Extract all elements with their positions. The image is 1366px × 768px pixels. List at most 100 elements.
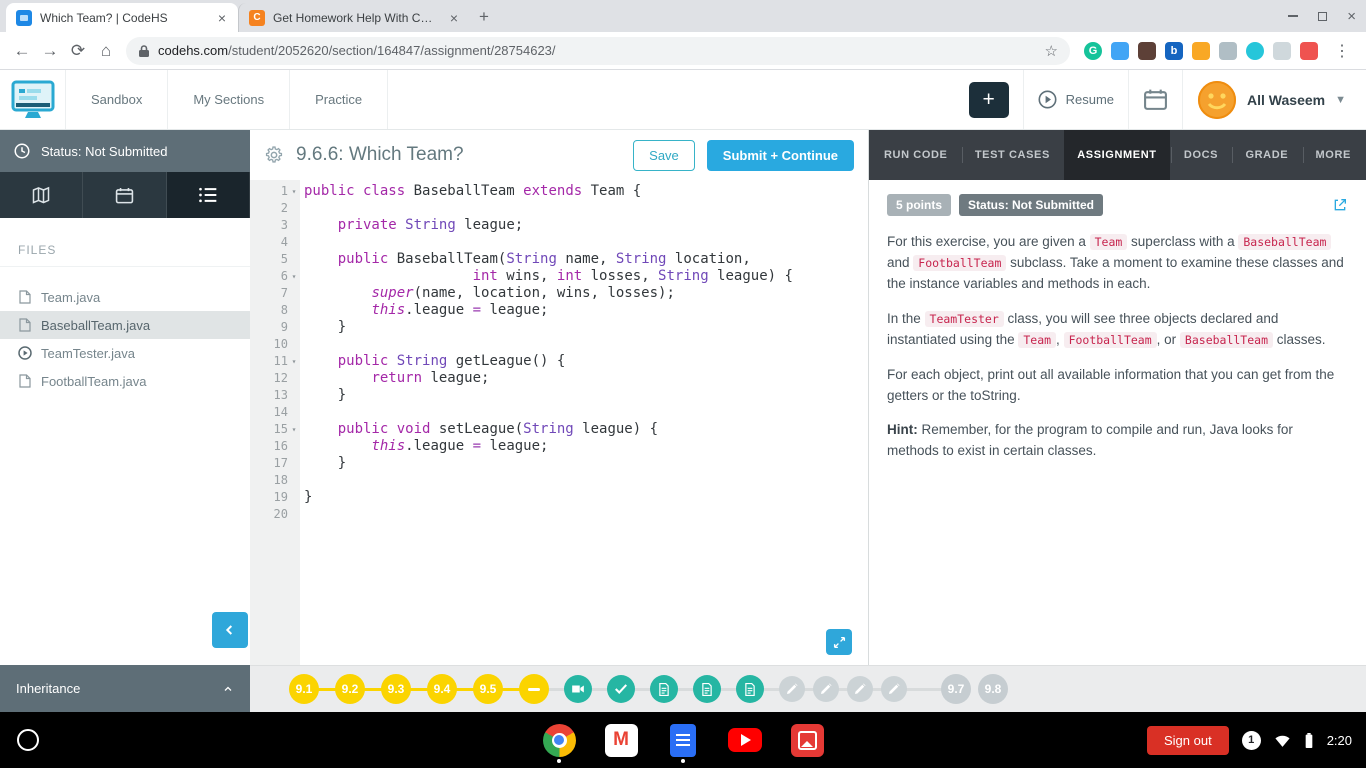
grammarly-extension-icon[interactable]: G: [1084, 41, 1102, 60]
progress-item-doc[interactable]: [650, 675, 678, 703]
notification-count[interactable]: 1: [1241, 730, 1261, 750]
line-number[interactable]: 20: [250, 506, 300, 523]
extension-icon-colorful[interactable]: [1300, 41, 1318, 60]
save-button[interactable]: Save: [633, 139, 695, 171]
restore-icon[interactable]: [1318, 11, 1328, 21]
extension-icon-gray[interactable]: [1219, 41, 1237, 60]
sidebar-tab-files[interactable]: [166, 172, 250, 218]
line-number[interactable]: 4: [250, 234, 300, 251]
extension-icon-blue[interactable]: [1111, 41, 1129, 60]
progress-item-9.5[interactable]: 9.5: [473, 674, 503, 704]
line-number[interactable]: 8: [250, 302, 300, 319]
progress-item-pencil[interactable]: [881, 676, 907, 702]
line-number[interactable]: 18: [250, 472, 300, 489]
sign-out-button[interactable]: Sign out: [1146, 725, 1229, 755]
extension-icon-dark[interactable]: [1138, 41, 1156, 60]
tab-close-icon[interactable]: ×: [214, 10, 230, 26]
tab-docs[interactable]: DOCS: [1170, 130, 1231, 180]
gallery-app-icon[interactable]: [790, 722, 824, 758]
line-number[interactable]: 1 ▾: [250, 183, 300, 200]
tab-more[interactable]: MORE: [1302, 130, 1364, 180]
close-icon[interactable]: ×: [1347, 9, 1356, 24]
line-number[interactable]: 2: [250, 200, 300, 217]
gear-icon[interactable]: [264, 145, 284, 165]
line-number[interactable]: 7: [250, 285, 300, 302]
gmail-app-icon[interactable]: M: [604, 722, 638, 758]
user-menu[interactable]: All Waseem ▼: [1182, 70, 1366, 129]
file-item[interactable]: BaseballTeam.java: [0, 311, 250, 339]
progress-item-9.8[interactable]: 9.8: [978, 674, 1008, 704]
line-number[interactable]: 14: [250, 404, 300, 421]
line-number[interactable]: 10: [250, 336, 300, 353]
progress-item-check[interactable]: [607, 675, 635, 703]
progress-item-dash[interactable]: [519, 674, 549, 704]
nav-item-sandbox[interactable]: Sandbox: [66, 70, 169, 129]
tab-codehs[interactable]: Which Team? | CodeHS ×: [6, 3, 238, 32]
line-number[interactable]: 3: [250, 217, 300, 234]
progress-item-9.2[interactable]: 9.2: [335, 674, 365, 704]
progress-item-pencil[interactable]: [813, 676, 839, 702]
tab-grade[interactable]: GRADE: [1232, 130, 1301, 180]
extension-icon-teal[interactable]: [1246, 41, 1264, 60]
tab-close-icon[interactable]: ×: [446, 10, 462, 26]
open-external-icon[interactable]: [1332, 197, 1348, 213]
progress-item-doc[interactable]: [693, 675, 721, 703]
progress-item-9.1[interactable]: 9.1: [289, 674, 319, 704]
file-item[interactable]: TeamTester.java: [0, 339, 250, 367]
wifi-icon[interactable]: [1274, 733, 1291, 748]
refresh-icon[interactable]: ⟳: [64, 37, 92, 65]
sidebar-collapse-button[interactable]: [212, 612, 248, 648]
tab-chegg[interactable]: C Get Homework Help With Chegg ×: [238, 3, 470, 32]
extension-icon-yellow[interactable]: [1192, 41, 1210, 60]
line-number[interactable]: 11 ▾: [250, 353, 300, 370]
editor-expand-button[interactable]: [826, 629, 852, 655]
bookmark-star-icon[interactable]: ☆: [1045, 42, 1058, 60]
submit-continue-button[interactable]: Submit + Continue: [706, 139, 854, 171]
line-number[interactable]: 12: [250, 370, 300, 387]
line-number[interactable]: 5: [250, 251, 300, 268]
resume-button[interactable]: Resume: [1038, 90, 1114, 109]
minimize-icon[interactable]: [1288, 15, 1299, 17]
chrome-app-icon[interactable]: [542, 722, 576, 763]
address-bar[interactable]: codehs.com/student/2052620/section/16484…: [126, 36, 1070, 65]
browser-menu-icon[interactable]: ⋮: [1326, 41, 1358, 61]
line-number[interactable]: 16: [250, 438, 300, 455]
line-number[interactable]: 15 ▾: [250, 421, 300, 438]
youtube-app-icon[interactable]: [728, 722, 762, 758]
tab-run-code[interactable]: RUN CODE: [871, 130, 960, 180]
tab-test-cases[interactable]: TEST CASES: [961, 130, 1063, 180]
code-editor[interactable]: 1 ▾ public class BaseballTeam extends Team…: [250, 180, 868, 665]
extension-icon-b[interactable]: b: [1165, 41, 1183, 60]
progress-item-video[interactable]: [564, 675, 592, 703]
line-number[interactable]: 19: [250, 489, 300, 506]
progress-item-9.7[interactable]: 9.7: [941, 674, 971, 704]
line-number[interactable]: 6 ▾: [250, 268, 300, 285]
line-number[interactable]: 9: [250, 319, 300, 336]
file-item[interactable]: Team.java: [0, 283, 250, 311]
battery-icon[interactable]: [1304, 732, 1314, 749]
calendar-icon[interactable]: [1143, 88, 1168, 111]
sidebar-tab-calendar[interactable]: [83, 172, 167, 218]
file-item[interactable]: FootballTeam.java: [0, 367, 250, 395]
back-icon[interactable]: ←: [8, 37, 36, 65]
progress-item-doc[interactable]: [736, 675, 764, 703]
progress-item-pencil[interactable]: [779, 676, 805, 702]
progress-item-9.3[interactable]: 9.3: [381, 674, 411, 704]
docs-app-icon[interactable]: [666, 722, 700, 763]
clock-time[interactable]: 2:20: [1327, 733, 1352, 748]
forward-icon[interactable]: →: [36, 37, 64, 65]
nav-item-my-sections[interactable]: My Sections: [168, 70, 291, 129]
new-tab-button[interactable]: +: [470, 3, 498, 31]
extension-icon-light[interactable]: [1273, 41, 1291, 60]
launcher-icon[interactable]: [17, 729, 39, 751]
progress-item-9.4[interactable]: 9.4: [427, 674, 457, 704]
module-footer[interactable]: Inheritance: [0, 665, 250, 712]
codehs-logo[interactable]: [0, 70, 66, 129]
home-icon[interactable]: ⌂: [92, 37, 120, 65]
tab-assignment[interactable]: ASSIGNMENT: [1064, 130, 1170, 180]
line-number[interactable]: 13: [250, 387, 300, 404]
add-button[interactable]: +: [968, 81, 1009, 118]
line-number[interactable]: 17: [250, 455, 300, 472]
sidebar-tab-map[interactable]: [0, 172, 84, 218]
nav-item-practice[interactable]: Practice: [290, 70, 389, 129]
